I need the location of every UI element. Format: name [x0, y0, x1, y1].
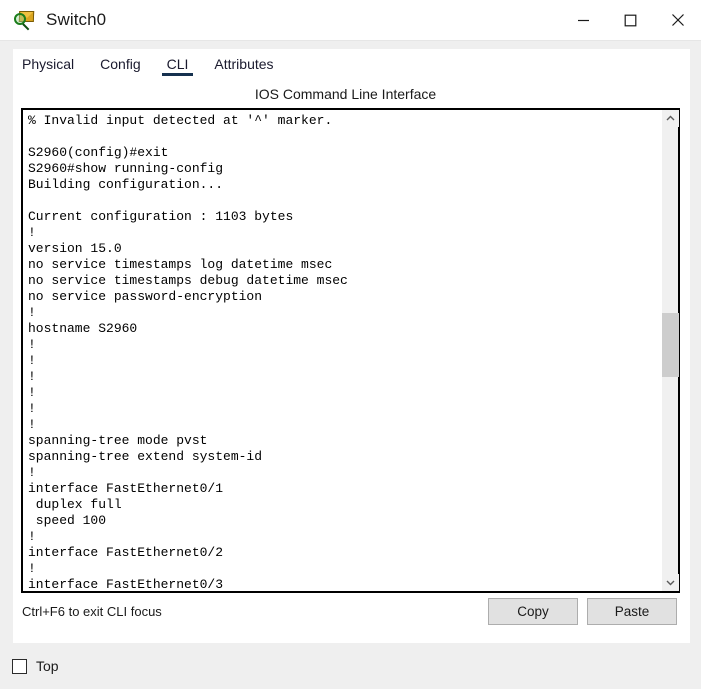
cli-line: S2960#show running-config: [28, 161, 224, 176]
cli-line: !: [28, 353, 36, 368]
tab-physical-label: Physical: [22, 55, 75, 72]
maximize-icon: [624, 14, 637, 27]
cli-scroll-up-button[interactable]: [662, 110, 679, 127]
paste-button[interactable]: Paste: [587, 598, 677, 625]
tab-config-label: Config: [100, 55, 141, 72]
cli-line: % Invalid input detected at '^' marker.: [28, 113, 333, 128]
switch-magnifier-icon: [14, 9, 36, 31]
cli-line: interface FastEthernet0/3: [28, 577, 224, 591]
maximize-button[interactable]: [607, 0, 654, 41]
switch-cli-window: Switch0 Physical Config CLI Attributes I…: [0, 0, 701, 689]
cli-line: !: [28, 417, 36, 432]
minimize-button[interactable]: [560, 0, 607, 41]
cli-scroll-down-button[interactable]: [662, 574, 679, 591]
cli-line: Current configuration : 1103 bytes: [28, 209, 294, 224]
cli-line: [28, 193, 661, 209]
tab-cli-label: CLI: [166, 55, 189, 72]
cli-line: no service timestamps debug datetime mse…: [28, 273, 348, 288]
window-bottom-bar: Top: [0, 643, 701, 689]
cli-line: S2960(config)#exit: [28, 145, 169, 160]
top-checkbox-row[interactable]: Top: [12, 658, 59, 674]
close-icon: [671, 13, 685, 27]
window-titlebar: Switch0: [0, 0, 701, 41]
copy-button[interactable]: Copy: [488, 598, 578, 625]
cli-header-label: IOS Command Line Interface: [254, 86, 437, 102]
cli-line: speed 100: [28, 513, 107, 528]
cli-line: !: [28, 465, 36, 480]
cli-line: !: [28, 369, 36, 384]
cli-output-text[interactable]: % Invalid input detected at '^' marker. …: [23, 110, 661, 591]
cli-line: duplex full: [28, 497, 122, 512]
cli-line: spanning-tree extend system-id: [28, 449, 263, 464]
cli-line: version 15.0: [28, 241, 122, 256]
cli-line: no service timestamps log datetime msec: [28, 257, 333, 272]
top-checkbox[interactable]: [12, 658, 27, 674]
tab-cli[interactable]: CLI: [154, 49, 202, 78]
cli-line: interface FastEthernet0/1: [28, 481, 224, 496]
cli-scrollbar-thumb[interactable]: [662, 313, 679, 377]
cli-line: !: [28, 225, 36, 240]
cli-line: !: [28, 561, 36, 576]
chevron-down-icon: [666, 579, 675, 586]
tab-attributes-label: Attributes: [214, 55, 274, 72]
tab-physical[interactable]: Physical: [13, 49, 87, 78]
cli-line: !: [28, 401, 36, 416]
cli-line: spanning-tree mode pvst: [28, 433, 208, 448]
cli-line: !: [28, 337, 36, 352]
window-title: Switch0: [46, 10, 107, 29]
cli-line: !: [28, 529, 36, 544]
tab-attributes[interactable]: Attributes: [201, 49, 286, 78]
close-button[interactable]: [654, 0, 701, 41]
cli-terminal[interactable]: % Invalid input detected at '^' marker. …: [21, 108, 680, 593]
cli-focus-hint: Ctrl+F6 to exit CLI focus: [22, 604, 162, 619]
cli-line: [28, 129, 661, 145]
tab-list: Physical Config CLI Attributes: [13, 49, 287, 78]
cli-line: !: [28, 305, 36, 320]
cli-line: Building configuration...: [28, 177, 224, 192]
cli-line: interface FastEthernet0/2: [28, 545, 224, 560]
cli-line: no service password-encryption: [28, 289, 263, 304]
tab-config[interactable]: Config: [87, 49, 153, 78]
cli-line: !: [28, 385, 36, 400]
minimize-icon: [577, 14, 590, 27]
top-checkbox-label: Top: [36, 658, 59, 674]
cli-scrollbar[interactable]: [661, 110, 679, 591]
cli-line: hostname S2960: [28, 321, 138, 336]
chevron-up-icon: [666, 115, 675, 122]
window-controls: [560, 0, 701, 41]
